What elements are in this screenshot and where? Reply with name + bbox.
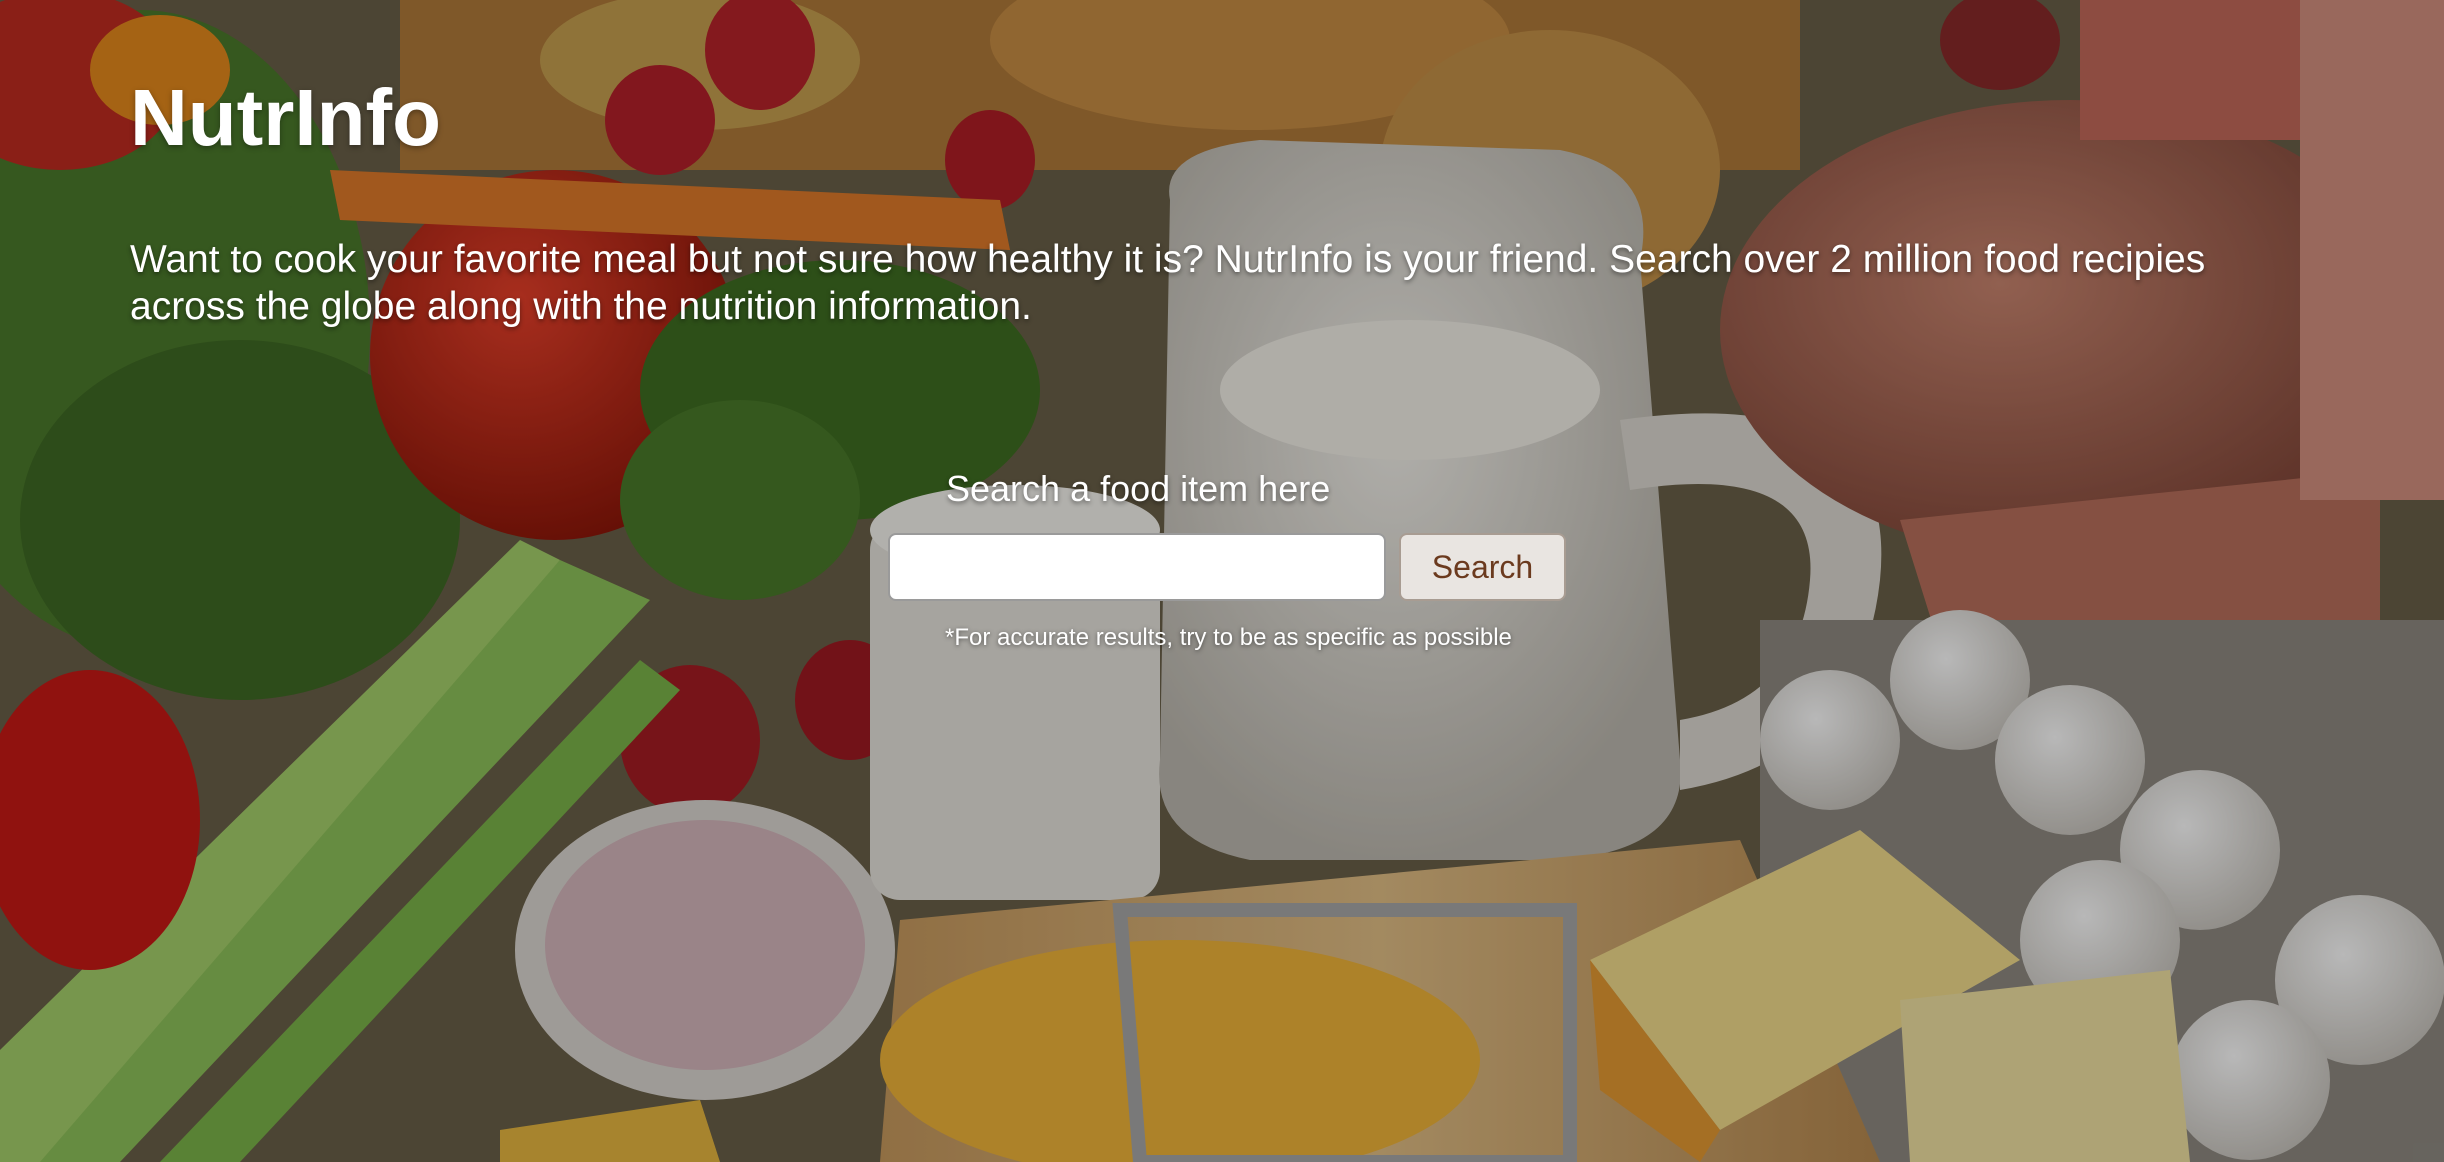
search-label: Search a food item here — [946, 468, 1331, 509]
page: NutrInfo Want to cook your favorite meal… — [0, 0, 2444, 1162]
search-hint: *For accurate results, try to be as spec… — [945, 624, 1512, 651]
hero-tagline: Want to cook your favorite meal but not … — [130, 238, 2206, 328]
search-input[interactable] — [888, 533, 1386, 601]
brand-title: NutrInfo — [130, 73, 442, 162]
search-button[interactable]: Search — [1399, 533, 1566, 601]
